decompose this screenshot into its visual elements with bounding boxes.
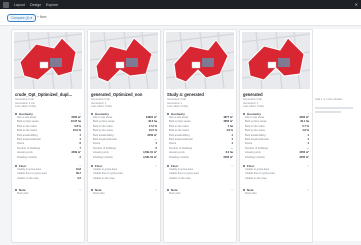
- app-logo-icon[interactable]: [3, 1, 9, 8]
- study-title[interactable]: generated_Optimized_non: [91, 92, 157, 97]
- metric-label: Dwelling units/ha: [169, 155, 189, 159]
- metric-row: Usable to site area 0.2: [17, 177, 81, 181]
- note-text: Floor plan: [169, 192, 181, 195]
- metric-value: 3456 m²: [299, 155, 309, 159]
- metric-list: Site to site areas 34904 m² Built up floor…: [93, 116, 157, 160]
- note-text: Floor plan: [245, 192, 257, 195]
- study-thumbnail[interactable]: [14, 32, 82, 89]
- metric-row: Dwelling units/ha 2: [17, 156, 81, 160]
- note-list: Floor plan: [17, 192, 81, 196]
- metric-label: Usable to site area: [17, 176, 39, 180]
- metric-value: 3456 m²: [223, 155, 233, 159]
- compare-filter-button[interactable]: Compare (4) ▾: [7, 14, 37, 22]
- menu-explore[interactable]: Explore: [46, 2, 58, 8]
- panel-placeholder-bar: [315, 111, 341, 113]
- metric-list: Site to site areas 4877 m² Built up floor …: [169, 116, 233, 160]
- menu-layout[interactable]: Layout: [14, 2, 25, 8]
- metric-row: Usable to site area: [245, 177, 309, 181]
- panel-placeholder-bar: [315, 107, 353, 109]
- study-title[interactable]: generated: [243, 92, 309, 97]
- metric-value: 4,591.61 m²: [143, 155, 157, 159]
- new-study-button[interactable]: + New: [37, 14, 46, 20]
- menu-design[interactable]: Design: [30, 2, 41, 8]
- metric-list: Site to site areas 3456 m² Built up floor …: [17, 116, 81, 160]
- metric-label: Usable to site area: [93, 176, 115, 180]
- side-panel: Add 1 or more studies: [312, 29, 361, 241]
- site-plan-image: [242, 32, 310, 89]
- metric-list: Usable to gross area Usable floor to gros…: [93, 168, 157, 181]
- study-card[interactable]: Study 4: generated Generated / Fab Generat…: [163, 29, 237, 243]
- study-card[interactable]: generated_Optimized_non Generated / Fab Ge…: [87, 29, 161, 243]
- metric-row: Dwelling units/ha 3456 m²: [245, 156, 309, 160]
- metric-list: Site to site areas 3456 m² Built up floor …: [245, 116, 309, 160]
- site-plan-image: [90, 32, 158, 89]
- note-text: Floor plan: [93, 192, 105, 195]
- study-meta: Last edited: Today: [91, 105, 113, 108]
- site-plan-image: [14, 32, 82, 89]
- metric-label: Dwelling units/ha: [17, 155, 37, 159]
- metric-list: Usable to gross area 31.8 Usable floor to …: [17, 168, 81, 181]
- metric-row: Dwelling units/ha 3456 m²: [169, 156, 233, 160]
- metric-label: Dwelling units/ha: [245, 155, 265, 159]
- study-title[interactable]: Study 4: generated: [167, 92, 233, 97]
- study-card[interactable]: crude_Opt_Optimized_dupl... Generated / F…: [11, 29, 85, 243]
- study-meta: Last edited: Today: [243, 105, 265, 108]
- study-thumbnail[interactable]: [166, 32, 234, 89]
- note-list: Floor plan: [93, 192, 157, 196]
- close-icon[interactable]: ✕: [355, 2, 358, 8]
- metric-row: Usable to site area: [93, 177, 157, 181]
- study-title[interactable]: crude_Opt_Optimized_dupl...: [15, 92, 81, 97]
- note-list: Floor plan: [169, 192, 233, 196]
- metric-list: Usable to gross area Usable floor to gros…: [245, 168, 309, 181]
- top-bar: Layout Design Explore ✕: [0, 0, 361, 9]
- note-list: Floor plan: [245, 192, 309, 196]
- metric-label: Usable to site area: [169, 176, 191, 180]
- study-thumbnail[interactable]: [242, 32, 310, 89]
- panel-hint: Add 1 or more studies: [315, 97, 343, 101]
- study-card[interactable]: generated Generated / Fab Generated: 1 Last…: [239, 29, 313, 243]
- metric-row: Dwelling units/ha 4,591.61 m²: [93, 156, 157, 160]
- metric-value: 0.2: [77, 176, 81, 180]
- metric-row: Usable to site area: [169, 177, 233, 181]
- study-meta: Last edited: Today: [167, 105, 189, 108]
- study-thumbnail[interactable]: [90, 32, 158, 89]
- metric-label: Dwelling units/ha: [93, 155, 113, 159]
- metric-value: 2: [79, 155, 81, 159]
- metric-label: Usable to site area: [245, 176, 267, 180]
- toolbar: Compare (4) ▾ + New: [0, 9, 361, 26]
- study-meta: Last edited: Today: [15, 105, 37, 108]
- note-text: Floor plan: [17, 192, 29, 195]
- site-plan-image: [166, 32, 234, 89]
- metric-list: Usable to gross area Usable floor to gros…: [169, 168, 233, 181]
